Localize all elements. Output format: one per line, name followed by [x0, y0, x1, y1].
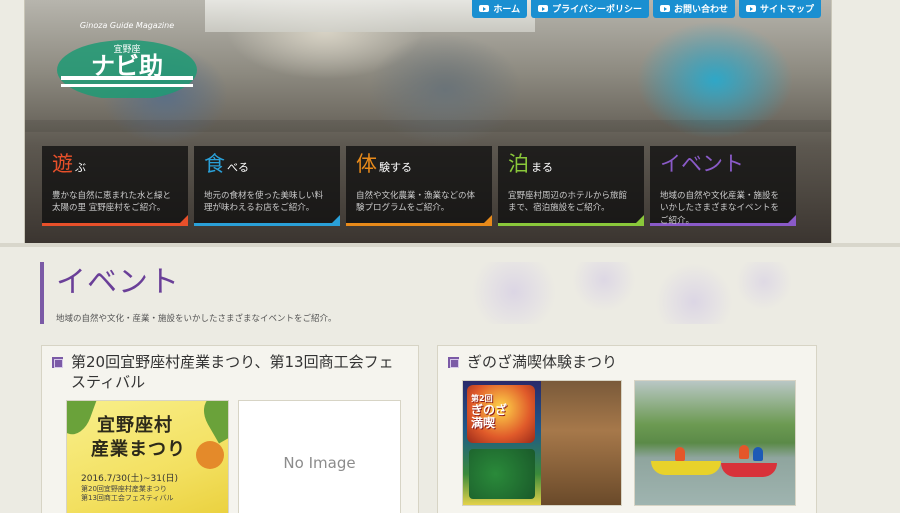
- child-figure: [753, 447, 763, 461]
- nav-sitemap[interactable]: サイトマップ: [738, 0, 821, 18]
- nav-bullet-icon: [479, 5, 490, 12]
- category-stay-big: 泊: [508, 152, 529, 176]
- category-experience[interactable]: 体験する 自然や文化農業・漁業などの体験プログラムをご紹介。: [346, 146, 492, 226]
- red-canoe: [721, 463, 777, 477]
- child-figure: [675, 447, 685, 461]
- event-thumbnail-poster[interactable]: 第2回 ぎのざ 満喫: [462, 380, 622, 506]
- no-image-label: No Image: [283, 453, 356, 472]
- hall-photo: [541, 381, 621, 505]
- page-header: イベント 地域の自然や文化・産業・施設をいかしたさまざまなイベントをご紹介。: [40, 262, 810, 324]
- page-subtitle: 地域の自然や文化・産業・施設をいかしたさまざまなイベントをご紹介。: [56, 314, 337, 324]
- category-stay-rest: まる: [531, 161, 553, 174]
- leaf-decoration: [197, 401, 228, 444]
- category-event[interactable]: イベント 地域の自然や文化産業・施設をいかしたさまざまなイベントをご紹介。: [650, 146, 796, 226]
- orange-circle-decoration: [196, 441, 224, 469]
- category-eat-desc: 地元の食材を使った美味しい料理が味わえるお店をご紹介。: [204, 191, 324, 214]
- nav-bullet-icon: [745, 5, 756, 12]
- leaf-decoration: [67, 401, 98, 439]
- logo-main: ナビ助: [91, 52, 163, 80]
- category-play-big: 遊: [52, 152, 73, 176]
- category-experience-big: 体: [356, 152, 377, 176]
- page-title: イベント: [56, 265, 180, 300]
- category-experience-desc: 自然や文化農業・漁業などの体験プログラムをご紹介。: [356, 191, 476, 214]
- event-title-link[interactable]: ぎのざ満喫体験まつり: [448, 352, 806, 372]
- poster-line2: ぎのざ: [471, 402, 508, 417]
- category-eat-big: 食: [204, 152, 225, 176]
- category-eat-rest: べる: [227, 161, 249, 174]
- category-stay-desc: 宜野座村周辺のホテルから旅館まで、宿泊施設をご紹介。: [508, 191, 628, 214]
- category-experience-rest: 験する: [379, 161, 412, 174]
- logo-graphic: 宜野座 ナビ助 Ginoza Guide Magazine: [57, 21, 197, 100]
- category-play-rest: ぶ: [75, 161, 86, 174]
- nav-bullet-icon: [659, 5, 670, 12]
- square-bullet-icon: [448, 357, 459, 368]
- section-divider: [0, 243, 900, 247]
- poster-line3: 満喫: [471, 415, 496, 430]
- event-title: 第20回宜野座村産業まつり、第13回商工会フェスティバル: [71, 353, 394, 392]
- event-card: ぎのざ満喫体験まつり 第2回 ぎのざ 満喫: [437, 345, 817, 513]
- event-thumbnail-noimage[interactable]: No Image: [238, 400, 401, 513]
- festival-date: 2016.7/30(土)~31(日): [81, 474, 179, 484]
- poster-text: 第2回 ぎのざ 満喫: [471, 394, 508, 430]
- yellow-canoe: [651, 461, 721, 475]
- top-nav: ホーム プライバシーポリシー お問い合わせ サイトマップ: [472, 0, 821, 18]
- nav-sitemap-label: サイトマップ: [759, 5, 814, 15]
- nav-bullet-icon: [538, 5, 549, 12]
- festival-line1: 宜野座村: [97, 415, 173, 436]
- category-play[interactable]: 遊ぶ 豊かな自然に恵まれた水と緑と太陽の里 宜野座村をご紹介。: [42, 146, 188, 226]
- nav-contact-label: お問い合わせ: [673, 5, 728, 15]
- category-eat[interactable]: 食べる 地元の食材を使った美味しい料理が味わえるお店をご紹介。: [194, 146, 340, 226]
- logo-arc-text: Ginoza Guide Magazine: [80, 21, 174, 30]
- site-logo[interactable]: 宜野座 ナビ助 Ginoza Guide Magazine: [53, 14, 201, 100]
- category-event-desc: 地域の自然や文化産業・施設をいかしたさまざまなイベントをご紹介。: [660, 191, 780, 226]
- poster-green-block: [469, 449, 535, 499]
- festival-note: 第20回宜野座村産業まつり 第13回商工会フェスティバル: [81, 485, 174, 503]
- event-title-link[interactable]: 第20回宜野座村産業まつり、第13回商工会フェスティバル: [52, 352, 408, 393]
- nav-privacy-label: プライバシーポリシー: [552, 5, 642, 15]
- event-thumbnail-festival[interactable]: 宜野座村 産業まつり 2016.7/30(土)~31(日) 第20回宜野座村産業…: [66, 400, 229, 513]
- hero-banner: 宜野座 ナビ助 Ginoza Guide Magazine ホーム プライバシー…: [24, 0, 832, 243]
- nav-privacy[interactable]: プライバシーポリシー: [531, 0, 649, 18]
- nav-contact[interactable]: お問い合わせ: [652, 0, 735, 18]
- crowd-shade: [25, 120, 831, 132]
- nav-home-label: ホーム: [493, 5, 521, 15]
- category-stay[interactable]: 泊まる 宜野座村周辺のホテルから旅館まで、宿泊施設をご紹介。: [498, 146, 644, 226]
- event-card: 第20回宜野座村産業まつり、第13回商工会フェスティバル 宜野座村 産業まつり …: [41, 345, 419, 513]
- category-event-big: イベント: [660, 152, 744, 176]
- event-title: ぎのざ満喫体験まつり: [467, 353, 618, 371]
- festival-line2: 産業まつり: [91, 439, 186, 460]
- category-play-desc: 豊かな自然に恵まれた水と緑と太陽の里 宜野座村をご紹介。: [52, 191, 172, 214]
- square-bullet-icon: [52, 357, 63, 368]
- category-tiles: 遊ぶ 豊かな自然に恵まれた水と緑と太陽の里 宜野座村をご紹介。 食べる 地元の食…: [42, 146, 796, 226]
- event-thumbnail-canoe[interactable]: [634, 380, 796, 506]
- child-figure: [739, 445, 749, 459]
- nav-home[interactable]: ホーム: [472, 0, 528, 18]
